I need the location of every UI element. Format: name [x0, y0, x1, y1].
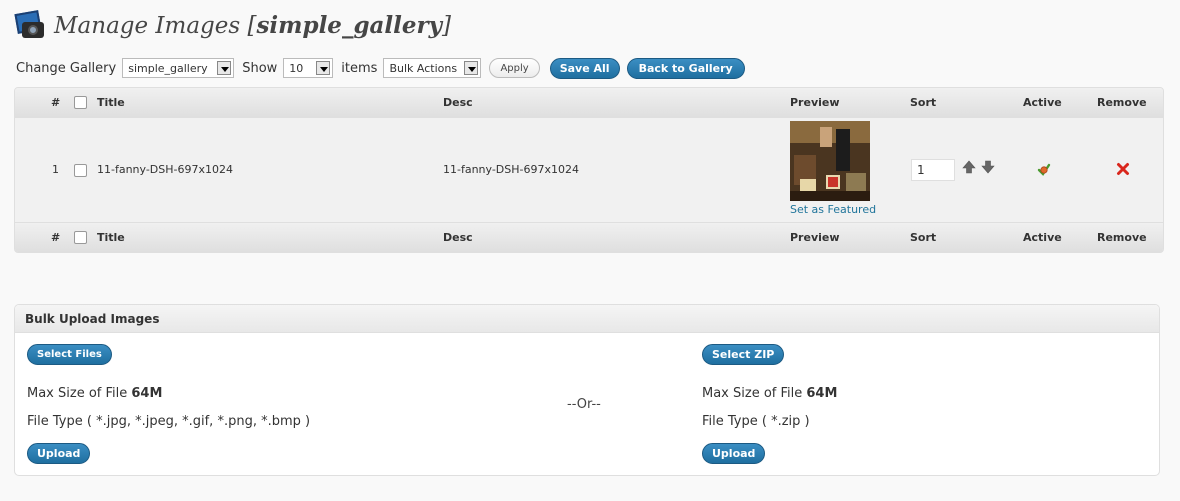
file-types-zip: File Type ( *.zip ) [702, 414, 810, 429]
images-table: # Title Desc Preview Sort Active Remove … [14, 87, 1164, 253]
file-types-images: File Type ( *.jpg, *.jpeg, *.gif, *.png,… [27, 414, 311, 429]
col-title[interactable]: Title [97, 223, 125, 252]
col-desc[interactable]: Desc [443, 223, 473, 252]
max-size-images: Max Size of File 64M [27, 386, 163, 401]
gallery-name: simple_gallery [256, 11, 443, 39]
table-footer: # Title Desc Preview Sort Active Remove [15, 222, 1163, 252]
col-desc[interactable]: Desc [443, 88, 473, 118]
bulk-upload-heading: Bulk Upload Images [15, 305, 1159, 333]
row-checkbox[interactable] [74, 164, 87, 177]
sort-order-input[interactable]: 1 [911, 159, 955, 181]
chevron-down-icon [217, 61, 232, 75]
back-to-gallery-button[interactable]: Back to Gallery [626, 57, 745, 79]
image-thumbnail[interactable] [790, 121, 870, 201]
col-title[interactable]: Title [97, 88, 125, 118]
upload-images-button[interactable]: Upload [27, 443, 91, 464]
col-preview: Preview [790, 96, 840, 109]
show-count-select[interactable]: 10 [283, 58, 334, 78]
upload-zip-button[interactable]: Upload [702, 443, 766, 464]
bulk-actions-select[interactable]: Bulk Actions [383, 58, 482, 78]
col-remove: Remove [1097, 231, 1147, 244]
bulk-upload-panel: Bulk Upload Images Select Files Max Size… [14, 304, 1160, 476]
col-remove: Remove [1097, 96, 1147, 109]
col-active: Active [1023, 96, 1062, 109]
select-all-checkbox[interactable] [74, 96, 87, 109]
col-active: Active [1023, 231, 1062, 244]
gallery-select[interactable]: simple_gallery [122, 58, 235, 78]
col-num: # [51, 96, 61, 109]
or-divider: --Or-- [567, 397, 601, 412]
col-sort[interactable]: Sort [910, 223, 936, 252]
row-number: 1 [52, 163, 59, 176]
remove-icon[interactable] [1116, 162, 1130, 176]
table-header: # Title Desc Preview Sort Active Remove [15, 88, 1163, 118]
col-preview: Preview [790, 231, 840, 244]
show-label: Show [242, 60, 278, 76]
page-header: Manage Images [simple_gallery] [14, 8, 451, 42]
col-num: # [51, 231, 61, 244]
move-up-arrow-icon[interactable] [961, 159, 977, 175]
select-all-checkbox[interactable] [74, 231, 87, 244]
chevron-down-icon [464, 61, 479, 75]
move-down-arrow-icon[interactable] [980, 159, 996, 175]
chevron-down-icon [316, 61, 331, 75]
row-title: 11-fanny-DSH-697x1024 [97, 163, 234, 176]
row-desc: 11-fanny-DSH-697x1024 [443, 163, 580, 176]
select-files-button[interactable]: Select Files [27, 344, 112, 365]
save-all-button[interactable]: Save All [549, 57, 620, 79]
page-title: Manage Images [simple_gallery] [54, 11, 452, 39]
items-label: items [341, 60, 378, 76]
select-zip-button[interactable]: Select ZIP [702, 344, 785, 365]
set-as-featured-link[interactable]: Set as Featured [790, 203, 876, 216]
toolbar: Change Gallery simple_gallery Show 10 it… [16, 57, 752, 79]
change-gallery-label: Change Gallery [16, 60, 117, 76]
table-row: 1 11-fanny-DSH-697x1024 11-fanny-DSH-697… [15, 118, 1163, 222]
gallery-camera-icon [14, 10, 46, 40]
col-sort[interactable]: Sort [910, 88, 936, 118]
max-size-zip: Max Size of File 64M [702, 386, 838, 401]
active-toggle-icon[interactable] [1037, 162, 1051, 176]
apply-button[interactable]: Apply [489, 58, 540, 78]
